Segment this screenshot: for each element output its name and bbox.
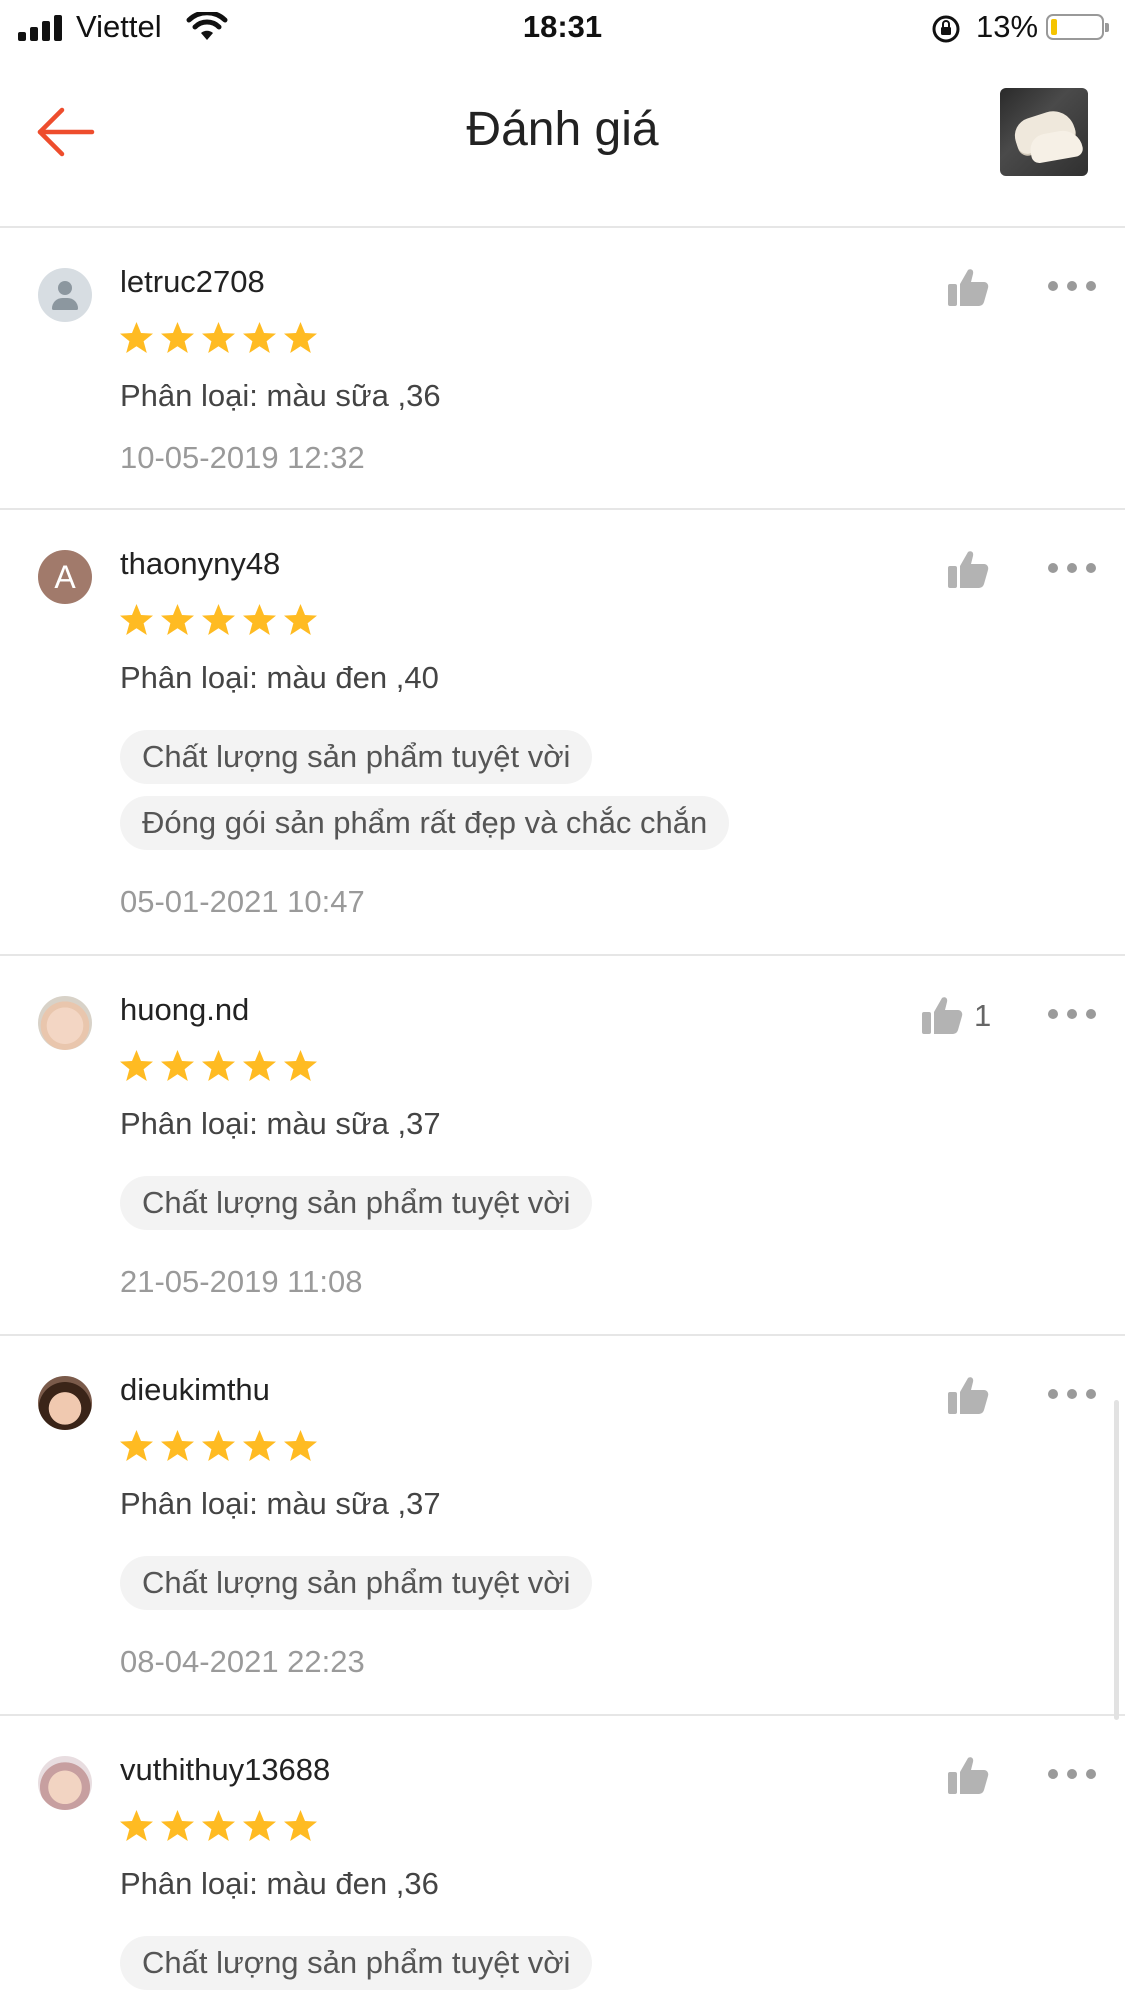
avatar[interactable] [38,996,92,1050]
review-date: 10-05-2019 12:32 [120,440,365,475]
product-thumbnail[interactable] [1000,88,1088,176]
review-date: 21-05-2019 11:08 [120,1264,363,1299]
review-date: 08-04-2021 22:23 [120,1644,365,1679]
more-dots-icon[interactable] [1048,278,1096,292]
star-icon [202,604,235,635]
star-icon [120,1430,153,1461]
star-icon [243,1810,276,1841]
star-icon [243,604,276,635]
more-dots-icon[interactable] [1048,560,1096,574]
review-list: letruc2708 Phân loại: màu sữa ,36 10-05-… [0,228,1125,2016]
review-item: huong.nd Phân loại: màu sữa ,37 Chất lượ… [0,956,1125,1336]
review-variant: Phân loại: màu sữa ,37 [120,1106,441,1141]
review-variant: Phân loại: màu đen ,40 [120,660,439,695]
star-icon [202,322,235,353]
more-dots-icon[interactable] [1048,1386,1096,1400]
thumbs-up-icon[interactable] [944,546,992,594]
more-dots-icon[interactable] [1048,1766,1096,1780]
avatar[interactable]: A [38,550,92,604]
review-variant: Phân loại: màu sữa ,37 [120,1486,441,1521]
review-tag: Chất lượng sản phẩm tuyệt vời [120,1556,593,1610]
star-rating [118,320,323,358]
review-tags: Chất lượng sản phẩm tuyệt vời Đóng gói s… [120,730,730,862]
star-icon [243,322,276,353]
star-icon [243,1050,276,1081]
status-bar: Viettel 18:31 13% [0,0,1125,56]
star-icon [161,1430,194,1461]
avatar[interactable] [38,1376,92,1430]
star-icon [284,1050,317,1081]
star-icon [284,1810,317,1841]
star-rating [118,1048,323,1086]
star-icon [284,322,317,353]
star-icon [202,1810,235,1841]
star-icon [161,1050,194,1081]
star-rating [118,602,323,640]
star-icon [243,1430,276,1461]
thumbs-up-icon[interactable] [918,992,966,1040]
avatar[interactable] [38,268,92,322]
star-icon [161,322,194,353]
page-header: Đánh giá [0,56,1125,228]
scrollbar[interactable] [1114,1400,1119,1720]
star-icon [120,1810,153,1841]
review-item: vuthithuy13688 Phân loại: màu đen ,36 Ch… [0,1716,1125,2016]
star-icon [120,322,153,353]
battery-icon [1046,14,1109,40]
thumbs-up-icon[interactable] [944,264,992,312]
star-icon [161,604,194,635]
review-username[interactable]: vuthithuy13688 [120,1752,330,1788]
star-icon [120,1050,153,1081]
like-count: 1 [974,998,992,1033]
star-icon [284,604,317,635]
review-tag: Chất lượng sản phẩm tuyệt vời [120,730,593,784]
star-icon [120,604,153,635]
review-tag: Chất lượng sản phẩm tuyệt vời [120,1176,593,1230]
thumbs-up-icon[interactable] [944,1752,992,1800]
review-tags: Chất lượng sản phẩm tuyệt vời [120,1556,593,1622]
review-tag: Đóng gói sản phẩm rất đẹp và chắc chắn [120,796,730,850]
thumbs-up-icon[interactable] [944,1372,992,1420]
review-username[interactable]: huong.nd [120,992,249,1028]
review-username[interactable]: dieukimthu [120,1372,270,1408]
review-username[interactable]: letruc2708 [120,264,265,300]
page-title: Đánh giá [466,103,659,156]
review-variant: Phân loại: màu sữa ,36 [120,378,441,413]
review-tag: Chất lượng sản phẩm tuyệt vời [120,1936,593,1990]
star-icon [202,1050,235,1081]
review-tags: Chất lượng sản phẩm tuyệt vời [120,1936,593,2002]
review-item: letruc2708 Phân loại: màu sữa ,36 10-05-… [0,228,1125,510]
review-item: A thaonyny48 Phân loại: màu đen ,40 Chất… [0,510,1125,956]
review-date: 05-01-2021 10:47 [120,884,365,919]
rotation-lock-icon [932,15,960,43]
avatar[interactable] [38,1756,92,1810]
star-icon [161,1810,194,1841]
review-tags: Chất lượng sản phẩm tuyệt vời [120,1176,593,1242]
star-icon [202,1430,235,1461]
star-rating [118,1808,323,1846]
star-icon [284,1430,317,1461]
more-dots-icon[interactable] [1048,1006,1096,1020]
review-variant: Phân loại: màu đen ,36 [120,1866,439,1901]
review-item: dieukimthu Phân loại: màu sữa ,37 Chất l… [0,1336,1125,1716]
battery-percent: 13% [976,9,1039,44]
review-username[interactable]: thaonyny48 [120,546,280,582]
star-rating [118,1428,323,1466]
